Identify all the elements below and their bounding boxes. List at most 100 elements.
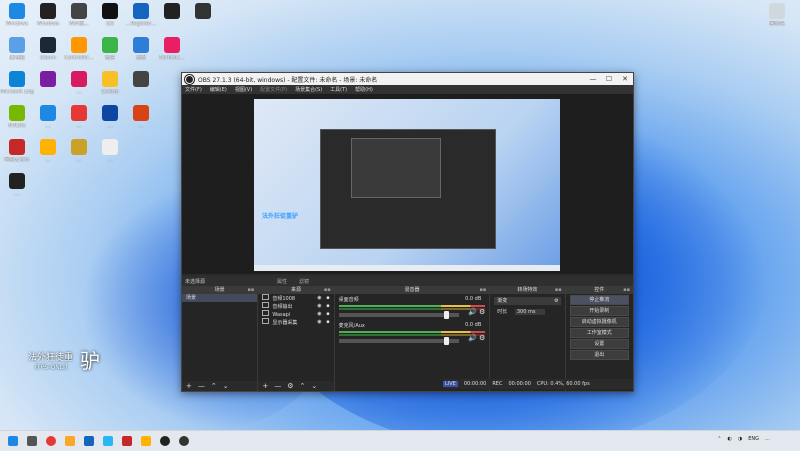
- volume-slider-handle[interactable]: [444, 311, 450, 319]
- desktop-icon[interactable]: Nahimic…: [155, 37, 189, 61]
- dock-menu-icon[interactable]: ▪▪: [555, 286, 562, 294]
- desktop-icon[interactable]: …Register…: [124, 3, 158, 27]
- desktop-icon[interactable]: [155, 3, 189, 21]
- menu-profile[interactable]: 配置文件(P): [260, 86, 287, 93]
- dock-menu-icon[interactable]: ▪▪: [324, 286, 331, 294]
- desktop-icon-recycle-bin[interactable]: 回收站: [760, 3, 794, 27]
- move-down-icon[interactable]: ⌄: [311, 382, 317, 390]
- move-up-icon[interactable]: ⌃: [211, 382, 217, 390]
- desktop-icon[interactable]: …: [0, 173, 34, 197]
- transition-type-select[interactable]: 渐变 ⚙: [494, 297, 561, 305]
- volume-slider[interactable]: [338, 311, 460, 319]
- preview-canvas[interactable]: 法外狂徒重驴: [254, 99, 560, 271]
- desktop-icon[interactable]: Microsoft Edge: [0, 71, 34, 95]
- desktop-icon[interactable]: …: [62, 71, 96, 95]
- tray-network-icon[interactable]: ◐: [727, 436, 731, 442]
- lock-icon[interactable]: ▪: [326, 310, 329, 318]
- properties-button[interactable]: 属性: [271, 278, 293, 285]
- desktop-icon[interactable]: Steam: [31, 37, 65, 61]
- move-up-icon[interactable]: ⌃: [299, 382, 305, 390]
- lock-icon[interactable]: ▪: [326, 302, 329, 310]
- add-scene-icon[interactable]: +: [186, 382, 192, 390]
- source-item[interactable]: 音频输出 ◉ ▪: [258, 302, 333, 310]
- taskbar-chrome-icon[interactable]: [46, 436, 56, 446]
- desktop-icon[interactable]: 微信: [93, 37, 127, 61]
- desktop-icon[interactable]: …: [93, 139, 127, 163]
- desktop-icon[interactable]: …: [93, 105, 127, 129]
- remove-scene-icon[interactable]: —: [198, 382, 205, 390]
- stop-streaming-button[interactable]: 停止推流: [569, 295, 629, 305]
- tray-chevron-icon[interactable]: ⌃: [717, 436, 721, 442]
- move-down-icon[interactable]: ⌄: [223, 382, 229, 390]
- add-source-icon[interactable]: +: [262, 382, 268, 390]
- desktop-icon[interactable]: …: [31, 105, 65, 129]
- maximize-button[interactable]: ☐: [601, 75, 617, 83]
- source-item[interactable]: Wasapi ◉ ▪: [258, 310, 333, 318]
- source-item[interactable]: 音频1008 ◉ ▪: [258, 294, 333, 302]
- transition-settings-icon[interactable]: ⚙: [554, 297, 558, 305]
- menu-help[interactable]: 帮助(H): [355, 86, 373, 93]
- taskbar-app-icon[interactable]: [27, 436, 37, 446]
- desktop-icon[interactable]: Windows: [0, 3, 34, 27]
- menu-scene-collection[interactable]: 场景集合(S): [295, 86, 322, 93]
- source-settings-icon[interactable]: ⚙: [287, 382, 293, 390]
- clock[interactable]: …: [765, 436, 770, 442]
- dock-menu-icon[interactable]: ▪▪: [248, 286, 255, 294]
- duration-value[interactable]: 300 ms: [514, 309, 546, 315]
- menu-tools[interactable]: 工具(T): [330, 86, 347, 93]
- taskbar-app-icon[interactable]: [160, 436, 170, 446]
- volume-slider[interactable]: [338, 337, 460, 345]
- desktop-icon[interactable]: [124, 71, 158, 89]
- desktop-icon[interactable]: …: [124, 105, 158, 129]
- channel-settings-icon[interactable]: ⚙: [479, 334, 485, 342]
- desktop-icon[interactable]: Controller…: [62, 37, 96, 61]
- desktop-icon[interactable]: 此电脑: [0, 37, 34, 61]
- obs-window[interactable]: OBS 27.1.3 (64-bit, windows) - 配置文件: 未命名…: [181, 72, 634, 392]
- source-item[interactable]: 显示器采集 ◉ ▪: [258, 318, 333, 326]
- exit-button[interactable]: 退出: [569, 350, 629, 360]
- dock-menu-icon[interactable]: ▪▪: [623, 286, 630, 294]
- settings-button[interactable]: 设置: [569, 339, 629, 349]
- desktop-icon[interactable]: …: [62, 105, 96, 129]
- desktop-icon[interactable]: WiFi版…: [62, 3, 96, 27]
- start-button[interactable]: [8, 436, 18, 446]
- visibility-icon[interactable]: ◉: [317, 318, 321, 326]
- dock-menu-icon[interactable]: ▪▪: [479, 286, 486, 294]
- studio-mode-button[interactable]: 工作室模式: [569, 328, 629, 338]
- taskbar-app-icon[interactable]: [141, 436, 151, 446]
- transition-duration-field[interactable]: 时长 300 ms: [494, 308, 560, 316]
- visibility-icon[interactable]: ◉: [317, 310, 321, 318]
- desktop-icon[interactable]: …: [62, 139, 96, 163]
- visibility-icon[interactable]: ◉: [317, 302, 321, 310]
- menu-view[interactable]: 视图(V): [235, 86, 252, 93]
- menu-file[interactable]: 文件(F): [185, 86, 202, 93]
- desktop-icon[interactable]: [186, 3, 220, 21]
- visibility-icon[interactable]: ◉: [317, 294, 321, 302]
- channel-settings-icon[interactable]: ⚙: [479, 308, 485, 316]
- taskbar-app-icon[interactable]: [103, 436, 113, 446]
- filters-button[interactable]: 滤镜: [293, 278, 315, 285]
- remove-source-icon[interactable]: —: [274, 382, 281, 390]
- desktop-icon[interactable]: 网易云音乐: [0, 139, 34, 163]
- lock-icon[interactable]: ▪: [326, 318, 329, 326]
- desktop-icon[interactable]: …: [31, 139, 65, 163]
- minimize-button[interactable]: —: [585, 75, 601, 83]
- close-button[interactable]: ✕: [617, 75, 633, 83]
- volume-slider-handle[interactable]: [444, 337, 450, 345]
- tray-volume-icon[interactable]: ◑: [738, 436, 742, 442]
- start-virtual-camera-button[interactable]: 启动虚拟摄像机: [569, 317, 629, 327]
- scene-item[interactable]: 场景: [182, 294, 258, 302]
- desktop-icon[interactable]: QQ: [93, 3, 127, 27]
- start-recording-button[interactable]: 开始录制: [569, 306, 629, 316]
- taskbar-app-icon[interactable]: [122, 436, 132, 446]
- title-bar[interactable]: OBS 27.1.3 (64-bit, windows) - 配置文件: 未命名…: [182, 73, 633, 85]
- preview-area[interactable]: 法外狂徒重驴: [182, 94, 633, 274]
- desktop-icon[interactable]: NVIDIA: [0, 105, 34, 129]
- desktop-icon[interactable]: [31, 71, 65, 89]
- taskbar-obs-icon[interactable]: [179, 436, 189, 446]
- speaker-icon[interactable]: 🔊: [468, 308, 477, 316]
- desktop-icon[interactable]: QQ音乐: [93, 71, 127, 95]
- taskbar-app-icon[interactable]: [65, 436, 75, 446]
- language-indicator[interactable]: ENG: [748, 436, 759, 442]
- speaker-icon[interactable]: 🔊: [468, 334, 477, 342]
